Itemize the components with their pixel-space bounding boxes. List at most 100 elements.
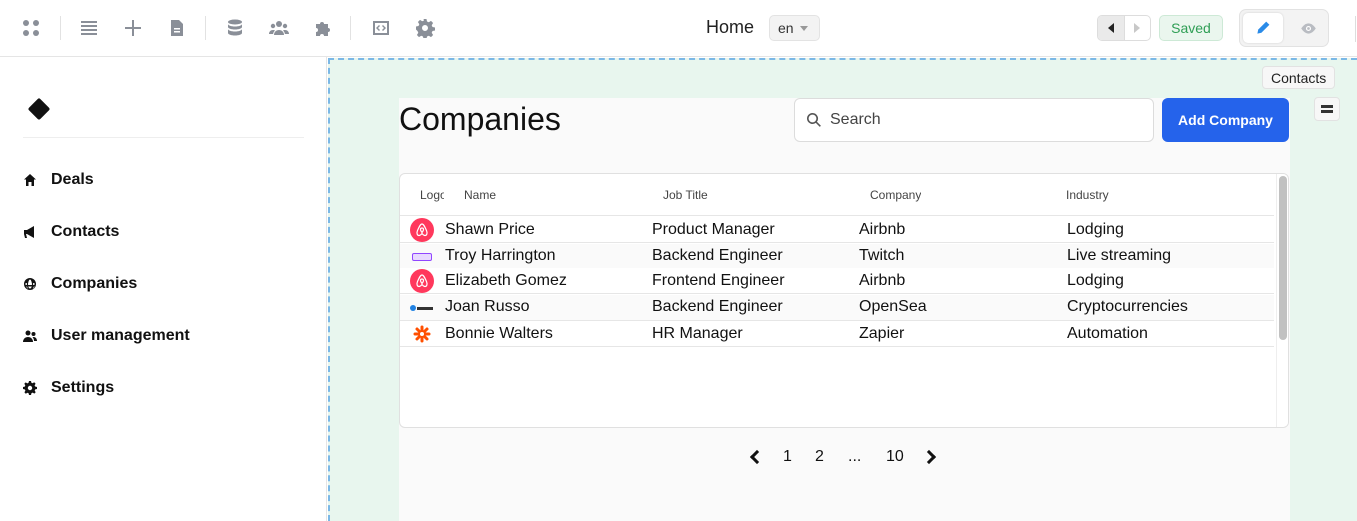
sidebar-item-label: Companies	[51, 275, 138, 292]
sidebar-item-settings[interactable]: Settings	[23, 375, 114, 401]
puzzle-icon[interactable]	[312, 17, 334, 39]
page-ellipsis: ...	[848, 448, 862, 465]
twitch-logo-icon	[412, 253, 432, 261]
prev-page-button[interactable]	[749, 446, 765, 468]
table-row[interactable]: Troy Harrington Backend Engineer Twitch …	[400, 244, 1274, 270]
toolbar-divider	[350, 16, 351, 40]
megaphone-icon	[23, 225, 37, 239]
name-cell: Troy Harrington	[445, 247, 556, 264]
file-icon[interactable]	[166, 17, 188, 39]
search-input[interactable]	[830, 111, 1130, 129]
chevron-right-icon	[921, 449, 937, 465]
industry-cell: Live streaming	[1067, 247, 1172, 264]
next-page-button[interactable]	[921, 446, 937, 468]
sidebar: Deals Contacts Companies User management…	[0, 57, 327, 521]
table-header: Logo Name Job Title Company Industry	[400, 174, 1274, 216]
pencil-icon	[1257, 21, 1270, 34]
industry-cell: Lodging	[1067, 272, 1124, 289]
users-icon[interactable]	[268, 17, 290, 39]
industry-cell: Lodging	[1067, 221, 1124, 238]
undo-redo-group	[1097, 15, 1151, 41]
mode-toggle	[1239, 9, 1329, 47]
table-scrollbar[interactable]	[1276, 174, 1288, 427]
table-row[interactable]: Bonnie Walters HR Manager Zapier Automat…	[400, 321, 1274, 347]
company-logo	[410, 218, 434, 242]
name-cell: Bonnie Walters	[445, 325, 553, 342]
sidebar-item-contacts[interactable]: Contacts	[23, 219, 119, 245]
arrow-right-icon	[1134, 23, 1141, 33]
list-icon[interactable]	[78, 17, 100, 39]
sidebar-item-user-management[interactable]: User management	[23, 323, 190, 349]
component-tag-contacts[interactable]: Contacts	[1262, 66, 1336, 89]
companies-table: Logo Name Job Title Company Industry Sha…	[399, 173, 1289, 428]
saved-status-badge: Saved	[1159, 15, 1223, 41]
language-select[interactable]: en	[769, 15, 820, 41]
search-box[interactable]	[794, 98, 1154, 142]
airbnb-logo-icon	[410, 218, 434, 242]
page-title: Home	[706, 17, 755, 37]
sidebar-divider	[23, 137, 304, 138]
table-row[interactable]: Shawn Price Product Manager Airbnb Lodgi…	[400, 217, 1274, 243]
edit-mode-button[interactable]	[1243, 13, 1283, 43]
users-icon	[23, 329, 37, 343]
company-cell: Zapier	[859, 325, 905, 342]
toolbar-divider	[60, 16, 61, 40]
app-grid-icon[interactable]	[20, 17, 42, 39]
language-value: en	[778, 20, 794, 36]
globe-icon	[23, 277, 37, 291]
preview-mode-button[interactable]	[1290, 13, 1326, 43]
column-header-industry[interactable]: Industry	[1066, 188, 1109, 202]
sidebar-item-label: Settings	[51, 379, 115, 396]
company-logo	[410, 323, 434, 345]
column-header-name[interactable]: Name	[464, 188, 496, 202]
company-logo	[410, 269, 434, 293]
column-header-job-title[interactable]: Job Title	[663, 188, 708, 202]
name-cell: Shawn Price	[445, 221, 535, 238]
undo-button[interactable]	[1098, 16, 1125, 40]
arrow-left-icon	[1107, 23, 1114, 33]
job-title-cell: Frontend Engineer	[652, 272, 785, 289]
page-button-10[interactable]: 10	[886, 446, 904, 468]
table-row[interactable]: Elizabeth Gomez Frontend Engineer Airbnb…	[400, 268, 1274, 294]
app-logo	[27, 97, 51, 121]
industry-cell: Automation	[1067, 325, 1148, 342]
gear-icon[interactable]	[414, 17, 436, 39]
column-header-logo[interactable]: Logo	[420, 188, 444, 202]
home-icon	[23, 173, 37, 187]
page-button-2[interactable]: 2	[815, 446, 824, 468]
search-icon	[807, 113, 821, 127]
add-company-button[interactable]: Add Company	[1162, 98, 1289, 142]
database-icon[interactable]	[224, 17, 246, 39]
code-window-icon[interactable]	[370, 17, 392, 39]
page-button-1[interactable]: 1	[783, 446, 792, 468]
column-header-company[interactable]: Company	[870, 188, 921, 202]
company-logo	[410, 246, 434, 268]
zapier-logo-icon	[413, 325, 431, 343]
toolbar-divider	[1355, 16, 1356, 42]
gear-icon	[23, 381, 37, 395]
job-title-cell: HR Manager	[652, 325, 743, 342]
page-heading: Companies	[399, 101, 561, 137]
company-cell: Airbnb	[859, 221, 906, 238]
job-title-cell: Backend Engineer	[652, 247, 783, 264]
sidebar-item-label: Deals	[51, 171, 94, 188]
redo-button[interactable]	[1125, 16, 1151, 40]
sidebar-item-companies[interactable]: Companies	[23, 271, 137, 297]
opensea-logo-icon	[410, 304, 434, 312]
sidebar-item-deals[interactable]: Deals	[23, 167, 94, 193]
name-cell: Elizabeth Gomez	[445, 272, 567, 289]
company-logo	[410, 297, 434, 319]
job-title-cell: Backend Engineer	[652, 298, 783, 315]
chevron-left-icon	[749, 449, 765, 465]
industry-cell: Cryptocurrencies	[1067, 298, 1188, 315]
plus-icon[interactable]	[122, 17, 144, 39]
company-cell: Airbnb	[859, 272, 906, 289]
layers-icon[interactable]	[1314, 97, 1340, 121]
scrollbar-thumb[interactable]	[1279, 176, 1287, 340]
chevron-down-icon	[799, 25, 808, 31]
table-row[interactable]: Joan Russo Backend Engineer OpenSea Cryp…	[400, 295, 1274, 321]
job-title-cell: Product Manager	[652, 221, 775, 238]
top-toolbar: Home en Saved	[0, 0, 1357, 57]
airbnb-logo-icon	[410, 269, 434, 293]
company-cell: Twitch	[859, 247, 905, 264]
